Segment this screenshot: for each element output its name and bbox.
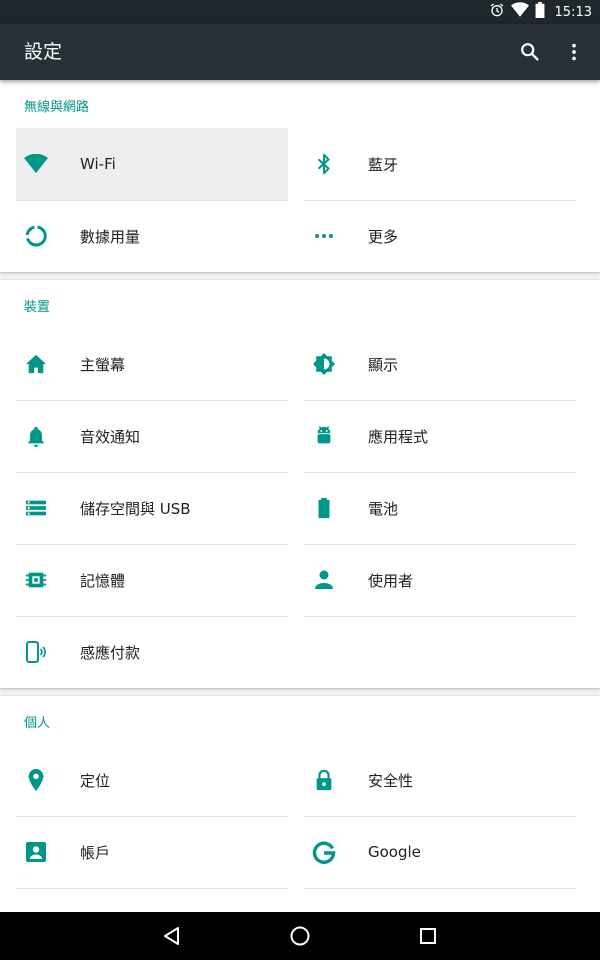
settings-item-tap-pay[interactable]: 感應付款	[16, 616, 288, 688]
wifi-icon	[24, 152, 48, 176]
google-icon	[312, 840, 336, 864]
navigation-bar	[0, 912, 600, 960]
settings-item-label: 藍牙	[368, 155, 399, 174]
more-vert-icon[interactable]	[560, 38, 588, 66]
settings-item-label: 應用程式	[368, 427, 429, 446]
home-circle-icon[interactable]	[288, 924, 312, 948]
app-bar-actions	[516, 24, 588, 80]
settings-item-label: 更多	[368, 227, 399, 246]
lock-icon	[312, 768, 336, 792]
settings-item-wifi[interactable]: Wi-Fi	[16, 128, 288, 200]
settings-item-label: 音效通知	[80, 427, 141, 446]
battery-icon	[535, 2, 545, 22]
account-box-icon	[24, 840, 48, 864]
section-title: 無線與網路	[24, 100, 90, 115]
section-wireless: 無線與網路 Wi-Fi 藍牙 數據用量 更多	[0, 80, 600, 272]
location-icon	[24, 768, 48, 792]
settings-item-users[interactable]: 使用者	[304, 544, 576, 616]
settings-item-label: Wi-Fi	[80, 155, 116, 173]
app-bar: 設定	[0, 24, 600, 80]
divider	[304, 616, 576, 617]
divider	[16, 888, 288, 889]
section-title: 個人	[24, 716, 51, 731]
settings-item-label: 儲存空間與 USB	[80, 499, 191, 518]
bluetooth-icon	[312, 152, 336, 176]
settings-item-label: 數據用量	[80, 227, 141, 246]
more-horiz-icon	[312, 224, 336, 248]
tap-pay-icon	[24, 640, 48, 664]
settings-item-label: 主螢幕	[80, 355, 126, 374]
person-icon	[312, 568, 336, 592]
settings-item-home[interactable]: 主螢幕	[16, 328, 288, 400]
data-usage-icon	[24, 224, 48, 248]
settings-item-more[interactable]: 更多	[304, 200, 576, 272]
settings-item-label: 顯示	[368, 355, 399, 374]
settings-item-label: Google	[368, 843, 421, 861]
section-personal: 個人 定位 安全性 帳戶 Google	[0, 696, 600, 912]
settings-item-label: 安全性	[368, 771, 414, 790]
search-icon[interactable]	[516, 38, 544, 66]
settings-item-label: 感應付款	[80, 643, 141, 662]
settings-item-label: 帳戶	[80, 843, 111, 862]
settings-item-label: 記憶體	[80, 571, 126, 590]
recents-icon[interactable]	[416, 924, 440, 948]
settings-item-label: 定位	[80, 771, 111, 790]
settings-item-battery[interactable]: 電池	[304, 472, 576, 544]
status-bar: 15:13	[0, 0, 600, 24]
settings-item-sound[interactable]: 音效通知	[16, 400, 288, 472]
settings-item-storage[interactable]: 儲存空間與 USB	[16, 472, 288, 544]
settings-list: 無線與網路 Wi-Fi 藍牙 數據用量 更多 裝置 主螢幕 顯示 音效通知 應用…	[0, 80, 600, 912]
section-title: 裝置	[24, 300, 51, 315]
back-icon[interactable]	[160, 924, 184, 948]
battery-icon	[312, 496, 336, 520]
alarm-icon	[489, 2, 505, 22]
storage-icon	[24, 496, 48, 520]
brightness-icon	[312, 352, 336, 376]
settings-item-data-usage[interactable]: 數據用量	[16, 200, 288, 272]
settings-item-location[interactable]: 定位	[16, 744, 288, 816]
settings-item-label: 電池	[368, 499, 399, 518]
settings-item-google[interactable]: Google	[304, 816, 576, 888]
section-device: 裝置 主螢幕 顯示 音效通知 應用程式 儲存空間與 USB 電池 記憶體 使用者…	[0, 280, 600, 688]
settings-item-apps[interactable]: 應用程式	[304, 400, 576, 472]
settings-item-bluetooth[interactable]: 藍牙	[304, 128, 576, 200]
wifi-icon	[510, 2, 529, 22]
home-icon	[24, 352, 48, 376]
android-icon	[312, 424, 336, 448]
settings-item-memory[interactable]: 記憶體	[16, 544, 288, 616]
settings-item-security[interactable]: 安全性	[304, 744, 576, 816]
memory-icon	[24, 568, 48, 592]
bell-icon	[24, 424, 48, 448]
settings-item-label: 使用者	[368, 571, 414, 590]
status-icons: 15:13	[489, 0, 592, 24]
settings-item-accounts[interactable]: 帳戶	[16, 816, 288, 888]
page-title: 設定	[24, 41, 63, 63]
divider	[304, 888, 576, 889]
status-time: 15:13	[554, 4, 592, 20]
settings-item-display[interactable]: 顯示	[304, 328, 576, 400]
